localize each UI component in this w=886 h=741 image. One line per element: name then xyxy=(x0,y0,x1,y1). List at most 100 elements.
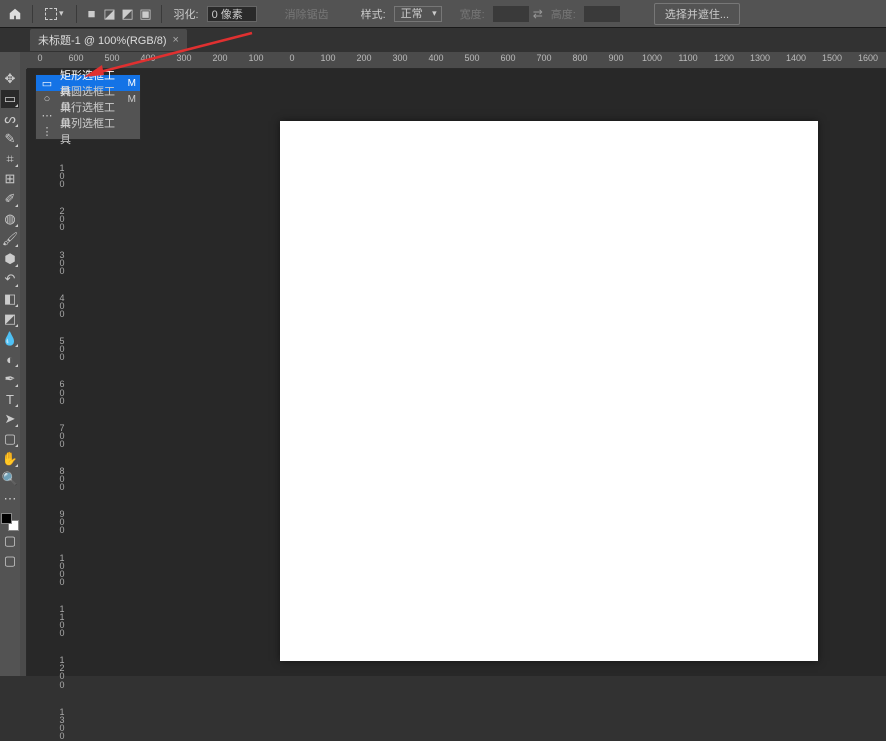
flyout-indicator-icon xyxy=(15,104,18,107)
new-selection-icon[interactable]: ■ xyxy=(85,7,99,21)
document-tab[interactable]: 未标题-1 @ 100%(RGB/8) × xyxy=(30,29,187,51)
select-and-mask-button[interactable]: 选择并遮住... xyxy=(654,3,740,25)
document-canvas[interactable] xyxy=(280,121,818,661)
healing-tool[interactable]: ◍ xyxy=(1,210,19,228)
color-swatches[interactable] xyxy=(1,513,19,531)
workspace: ✥▭ᔕ✎⌗⊞✐◍🖌⬢↶◧◩💧◐✒T➤▢✋🔍⋯▢▢ 060050040030020… xyxy=(0,52,886,676)
flyout-indicator-icon xyxy=(15,304,18,307)
flyout-item[interactable]: ⋮单列选框工具 xyxy=(36,123,140,139)
ruler-v-tick-label: 100 xyxy=(57,164,67,188)
ruler-v-tick-label: 200 xyxy=(57,207,67,231)
flyout-indicator-icon xyxy=(15,344,18,347)
flyout-indicator-icon xyxy=(15,284,18,287)
style-label: 样式: xyxy=(357,6,390,22)
screen-mode-icon[interactable]: ▢ xyxy=(1,552,19,570)
ruler-tick-label: 1100 xyxy=(678,53,697,63)
ruler-tick-label: 1200 xyxy=(714,53,734,63)
ruler-tick-label: 200 xyxy=(212,53,227,63)
hand-tool[interactable]: ✋ xyxy=(1,450,19,468)
ruler-tick-label: 300 xyxy=(176,53,191,63)
style-select-wrap: 正常 xyxy=(394,6,442,22)
type-tool[interactable]: T xyxy=(1,390,19,408)
tab-title: 未标题-1 @ 100%(RGB/8) xyxy=(38,32,167,48)
height-value-box xyxy=(584,6,620,22)
ruler-v-tick-label: 400 xyxy=(57,294,67,318)
flyout-indicator-icon xyxy=(15,384,18,387)
flyout-indicator-icon xyxy=(15,244,18,247)
ruler-tick-label: 500 xyxy=(104,53,119,63)
ruler-v-tick-label: 700 xyxy=(57,424,67,448)
stamp-tool[interactable]: ⬢ xyxy=(1,250,19,268)
fg-color-swatch[interactable] xyxy=(1,513,12,524)
move-tool[interactable]: ✥ xyxy=(1,70,19,88)
intersect-selection-icon[interactable]: ▣ xyxy=(139,7,153,21)
shape-tool[interactable]: ▢ xyxy=(1,430,19,448)
close-icon[interactable]: × xyxy=(173,34,179,46)
width-label: 宽度: xyxy=(456,6,489,22)
ruler-tick-label: 300 xyxy=(392,53,407,63)
flyout-indicator-icon xyxy=(15,204,18,207)
flyout-indicator-icon xyxy=(15,224,18,227)
toolbox-top-gap xyxy=(0,52,20,69)
eraser-tool[interactable]: ◧ xyxy=(1,290,19,308)
style-select[interactable]: 正常 xyxy=(394,6,442,22)
flyout-indicator-icon xyxy=(15,324,18,327)
ruler-tick-label: 800 xyxy=(572,53,587,63)
gradient-tool[interactable]: ◩ xyxy=(1,310,19,328)
ruler-tick-label: 1600 xyxy=(858,53,878,63)
horizontal-ruler: 0600500400300200100010020030040050060070… xyxy=(27,52,886,69)
vertical-ruler-labels: 1002003004005006007008009001000110012001… xyxy=(57,164,67,740)
lasso-tool[interactable]: ᔕ xyxy=(1,110,19,128)
blur-tool[interactable]: 💧 xyxy=(1,330,19,348)
flyout-indicator-icon xyxy=(15,464,18,467)
dodge-tool[interactable]: ◐ xyxy=(1,350,19,368)
separator xyxy=(161,5,162,23)
flyout-indicator-icon xyxy=(15,404,18,407)
width-value-box xyxy=(493,6,529,22)
ruler-tick-label: 400 xyxy=(428,53,443,63)
ruler-tick-label: 1000 xyxy=(642,53,662,63)
frame-tool[interactable]: ⊞ xyxy=(1,170,19,188)
ruler-tick-label: 1400 xyxy=(786,53,806,63)
antialias-label: 消除锯齿 xyxy=(281,6,333,22)
ruler-tick-label: 100 xyxy=(320,53,335,63)
ruler-v-tick-label: 800 xyxy=(57,467,67,491)
ruler-v-tick-label: 1000 xyxy=(57,554,67,586)
zoom-tool[interactable]: 🔍 xyxy=(1,470,19,488)
ruler-tick-label: 500 xyxy=(464,53,479,63)
tool-preset-dropdown[interactable]: ▾ xyxy=(41,6,68,22)
ruler-tick-label: 1500 xyxy=(822,53,842,63)
flyout-item-shortcut: M xyxy=(124,94,136,105)
add-selection-icon[interactable]: ◪ xyxy=(103,7,117,21)
flyout-item-label: 单列选框工具 xyxy=(60,115,118,147)
flyout-indicator-icon xyxy=(15,164,18,167)
flyout-item-icon: ▭ xyxy=(40,77,54,90)
flyout-indicator-icon xyxy=(15,264,18,267)
more-tool[interactable]: ⋯ xyxy=(1,490,19,508)
brush-tool[interactable]: 🖌 xyxy=(1,230,19,248)
subtract-selection-icon[interactable]: ◩ xyxy=(121,7,135,21)
vertical-ruler xyxy=(20,69,27,676)
flyout-indicator-icon xyxy=(15,444,18,447)
ruler-tick-label: 700 xyxy=(536,53,551,63)
feather-input[interactable] xyxy=(207,6,257,22)
home-icon[interactable] xyxy=(6,5,24,23)
crop-tool[interactable]: ⌗ xyxy=(1,150,19,168)
eyedropper-tool[interactable]: ✐ xyxy=(1,190,19,208)
quick-select-tool[interactable]: ✎ xyxy=(1,130,19,148)
ruler-tick-label: 200 xyxy=(356,53,371,63)
canvas-viewport[interactable]: 1002003004005006007008009001000110012001… xyxy=(27,69,886,676)
ruler-tick-label: 900 xyxy=(608,53,623,63)
ruler-tick-label: 400 xyxy=(140,53,155,63)
history-brush-tool[interactable]: ↶ xyxy=(1,270,19,288)
marquee-tool[interactable]: ▭ xyxy=(1,90,19,108)
path-select-tool[interactable]: ➤ xyxy=(1,410,19,428)
ruler-corner xyxy=(20,52,27,69)
ruler-tick-label: 1300 xyxy=(750,53,770,63)
ruler-v-tick-label: 600 xyxy=(57,380,67,404)
pen-tool[interactable]: ✒ xyxy=(1,370,19,388)
quick-mask-icon[interactable]: ▢ xyxy=(1,532,19,550)
ruler-v-tick-label: 1300 xyxy=(57,708,67,740)
height-label: 高度: xyxy=(547,6,580,22)
ruler-tick-label: 100 xyxy=(248,53,263,63)
